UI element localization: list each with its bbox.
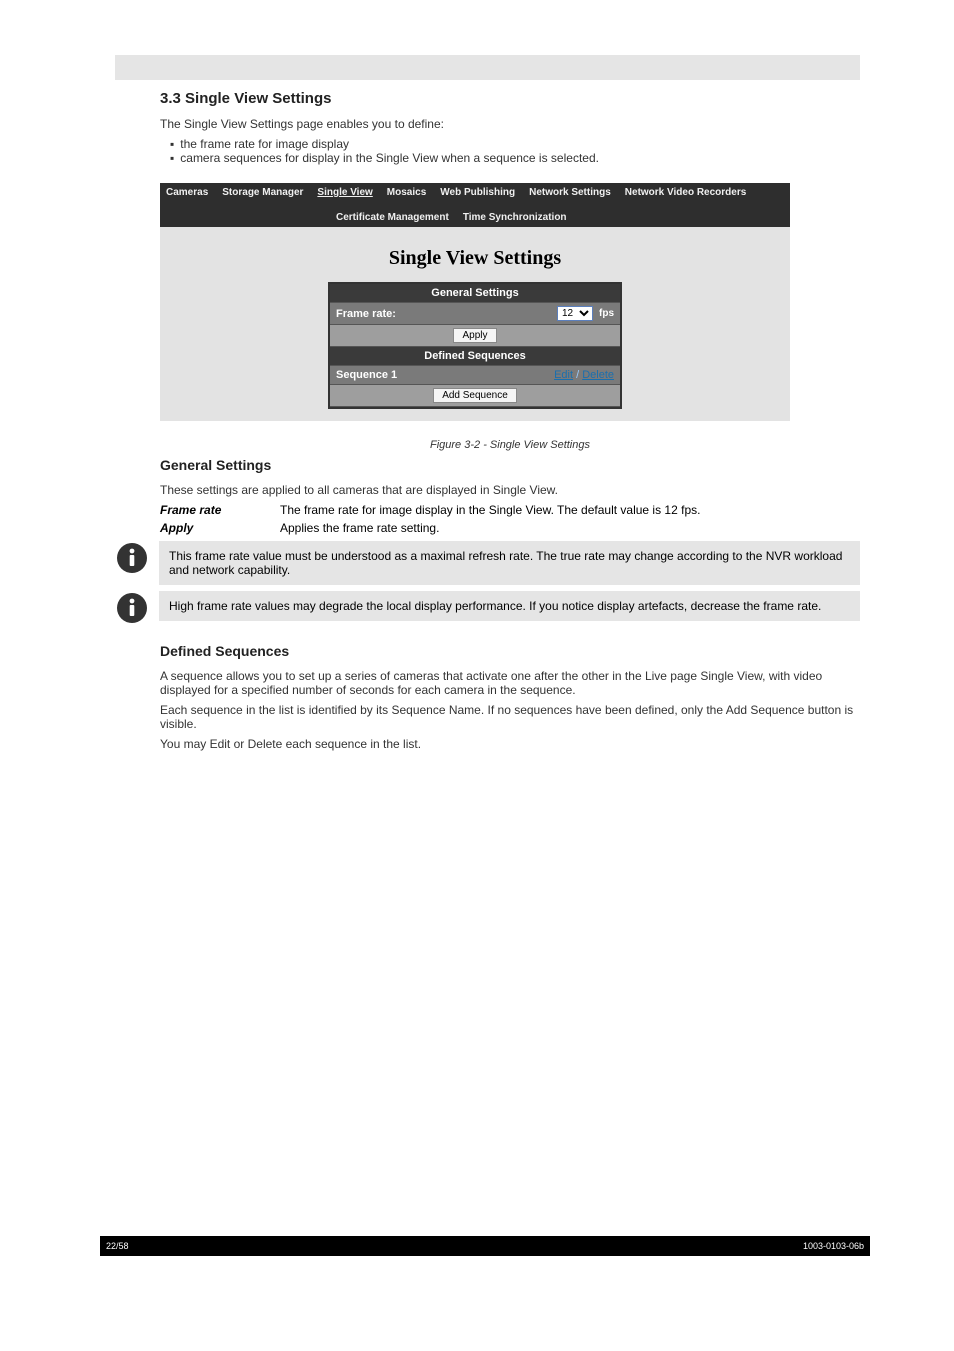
bullet-item: the frame rate for image display — [170, 137, 860, 151]
info-note-2: High frame rate values may degrade the l… — [159, 591, 860, 621]
nav-cameras[interactable]: Cameras — [166, 187, 208, 198]
nav-storage-manager[interactable]: Storage Manager — [222, 187, 303, 198]
panel-title: Single View Settings — [160, 247, 790, 270]
admin-nav-bar: Cameras Storage Manager Single View Mosa… — [160, 183, 790, 227]
nav-mosaics[interactable]: Mosaics — [387, 187, 426, 198]
embedded-screenshot: Cameras Storage Manager Single View Mosa… — [160, 183, 790, 421]
edit-link[interactable]: Edit — [554, 369, 573, 381]
sequence-row: Sequence 1 Edit / Delete — [330, 366, 620, 385]
section-heading: 3.3 Single View Settings — [160, 90, 860, 107]
defined-sequences-heading: Defined Sequences — [160, 643, 860, 659]
defined-sequences-header: Defined Sequences — [330, 347, 620, 366]
defined-seq-para3: You may Edit or Delete each sequence in … — [160, 737, 860, 751]
info-icon — [115, 541, 149, 575]
param-frame-rate-label: Frame rate — [160, 503, 280, 517]
footer-bar: 22/58 1003-0103-06b — [100, 1236, 870, 1256]
info-note-1: This frame rate value must be understood… — [159, 541, 860, 585]
nav-cert-mgmt[interactable]: Certificate Management — [336, 212, 449, 223]
param-apply-label: Apply — [160, 521, 280, 535]
figure-caption: Figure 3-2 - Single View Settings — [160, 439, 860, 451]
frame-rate-row: Frame rate: 12 fps — [330, 303, 620, 325]
param-apply-text: Applies the frame rate setting. — [280, 521, 860, 535]
defined-seq-para1: A sequence allows you to set up a series… — [160, 669, 860, 697]
bullet-list: the frame rate for image display camera … — [160, 137, 860, 165]
apply-button[interactable]: Apply — [453, 328, 496, 343]
settings-box: General Settings Frame rate: 12 fps Appl… — [328, 282, 622, 409]
nav-single-view[interactable]: Single View — [317, 187, 372, 198]
nav-network-settings[interactable]: Network Settings — [529, 187, 611, 198]
general-settings-header: General Settings — [330, 284, 620, 303]
info-icon — [115, 591, 149, 625]
general-settings-heading: General Settings — [160, 457, 860, 473]
nav-time-sync[interactable]: Time Synchronization — [463, 212, 567, 223]
nav-web-publishing[interactable]: Web Publishing — [440, 187, 515, 198]
sequence-name: Sequence 1 — [336, 369, 397, 381]
frame-rate-select[interactable]: 12 — [557, 306, 593, 321]
footer-docref: 1003-0103-06b — [803, 1241, 864, 1251]
link-separator: / — [573, 369, 582, 381]
param-table: Frame rate The frame rate for image disp… — [160, 503, 860, 535]
footer-page: 22/58 — [106, 1241, 129, 1251]
param-frame-rate-text: The frame rate for image display in the … — [280, 503, 860, 517]
fps-unit: fps — [599, 308, 614, 319]
header-bar — [115, 55, 860, 80]
add-sequence-button[interactable]: Add Sequence — [433, 388, 517, 403]
section-intro: The Single View Settings page enables yo… — [160, 117, 860, 131]
defined-seq-para2: Each sequence in the list is identified … — [160, 703, 860, 731]
nav-nvrs[interactable]: Network Video Recorders — [625, 187, 747, 198]
bullet-item: camera sequences for display in the Sing… — [170, 151, 860, 165]
general-settings-intro: These settings are applied to all camera… — [160, 483, 860, 497]
delete-link[interactable]: Delete — [582, 369, 614, 381]
frame-rate-label: Frame rate: — [336, 308, 396, 320]
